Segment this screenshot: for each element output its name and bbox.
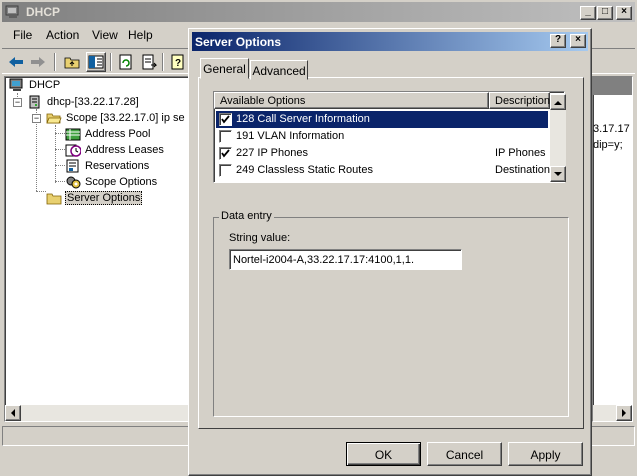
- scroll-right-icon[interactable]: [616, 405, 632, 421]
- menu-view[interactable]: View: [92, 28, 118, 42]
- main-title-bar[interactable]: DHCP _ □ ×: [2, 2, 635, 22]
- scroll-down-icon[interactable]: [550, 166, 566, 182]
- up-folder-icon[interactable]: [62, 52, 82, 72]
- refresh-icon[interactable]: [116, 52, 136, 72]
- forward-arrow-icon[interactable]: [28, 52, 48, 72]
- cancel-button[interactable]: Cancel: [427, 442, 502, 466]
- scroll-left-icon[interactable]: [5, 405, 21, 421]
- tree-item-server-options[interactable]: Server Options: [46, 190, 143, 206]
- scroll-up-icon[interactable]: [550, 94, 566, 110]
- data-entry-group: [213, 217, 569, 417]
- available-options-list[interactable]: Available Options Description 128 Call S…: [213, 91, 566, 183]
- option-checkbox-249[interactable]: [219, 164, 232, 177]
- server-icon: [27, 95, 43, 109]
- collapse-scope-icon[interactable]: −: [32, 114, 41, 123]
- data-entry-legend: Data entry: [219, 210, 274, 222]
- apply-button[interactable]: Apply: [508, 442, 583, 466]
- details-pane[interactable]: 3.17.17 dip=y;: [592, 76, 633, 422]
- column-header-available-options[interactable]: Available Options: [214, 92, 489, 109]
- reservations-icon: [65, 159, 81, 173]
- collapse-server-icon[interactable]: −: [13, 98, 22, 107]
- details-value-1: 3.17.17: [593, 123, 630, 135]
- option-checkbox-227[interactable]: [219, 147, 232, 160]
- dialog-help-button[interactable]: ?: [550, 34, 566, 48]
- menu-action[interactable]: Action: [46, 28, 79, 42]
- option-row-249[interactable]: 249 Classless Static Routes Destination,: [216, 162, 553, 179]
- tree-item-server[interactable]: dhcp-[33.22.17.28]: [27, 94, 140, 110]
- dialog-title-bar[interactable]: Server Options ? ×: [192, 32, 588, 51]
- scope-options-icon: [65, 175, 81, 189]
- dhcp-app-icon: [5, 5, 21, 19]
- string-value-label: String value:: [229, 232, 291, 244]
- details-horizontal-scrollbar[interactable]: [593, 405, 632, 421]
- dialog-close-button[interactable]: ×: [570, 34, 586, 48]
- address-leases-icon: [65, 143, 82, 157]
- tab-advanced[interactable]: Advanced: [250, 60, 308, 80]
- details-header: [593, 77, 632, 95]
- show-hide-tree-icon[interactable]: [86, 52, 106, 72]
- tree-item-dhcp-root[interactable]: DHCP: [9, 77, 61, 93]
- tree-item-reservations[interactable]: Reservations: [65, 158, 150, 174]
- option-checkbox-191[interactable]: [219, 130, 232, 143]
- option-row-191[interactable]: 191 VLAN Information: [216, 128, 548, 145]
- help-icon[interactable]: ?: [168, 52, 188, 72]
- folder-open-icon: [46, 111, 62, 125]
- server-options-dialog: Server Options ? × General Advanced Avai…: [188, 28, 592, 476]
- maximize-button[interactable]: □: [597, 6, 613, 20]
- option-row-227[interactable]: 227 IP Phones IP Phones: [216, 145, 548, 162]
- details-value-2: dip=y;: [593, 139, 623, 151]
- address-pool-icon: [65, 127, 81, 141]
- options-vertical-scrollbar[interactable]: [550, 94, 566, 182]
- menu-file[interactable]: File: [13, 28, 32, 42]
- folder-icon: [46, 191, 62, 205]
- minimize-button[interactable]: _: [580, 6, 596, 20]
- tab-general[interactable]: General: [200, 58, 249, 79]
- dialog-title: Server Options: [195, 35, 282, 49]
- dhcp-console-icon: [9, 78, 25, 92]
- menu-help[interactable]: Help: [128, 28, 153, 42]
- back-arrow-icon[interactable]: [6, 52, 26, 72]
- export-list-icon[interactable]: [139, 52, 159, 72]
- option-checkbox-128[interactable]: [219, 113, 232, 126]
- main-window-title: DHCP: [26, 5, 61, 19]
- tree-item-scope[interactable]: Scope [33.22.17.0] ip se: [46, 110, 186, 126]
- string-value-input[interactable]: [229, 249, 462, 270]
- tree-item-address-leases[interactable]: Address Leases: [65, 142, 165, 158]
- tree-item-address-pool[interactable]: Address Pool: [65, 126, 151, 142]
- ok-button[interactable]: OK: [346, 442, 421, 466]
- main-close-button[interactable]: ×: [616, 6, 632, 20]
- column-header-description[interactable]: Description: [489, 92, 550, 109]
- option-row-128[interactable]: 128 Call Server Information: [216, 111, 548, 128]
- tree-item-scope-options[interactable]: Scope Options: [65, 174, 158, 190]
- tree-horizontal-scrollbar[interactable]: [5, 405, 189, 421]
- console-tree-pane[interactable]: DHCP − dhcp-[33.22.17.28] − Scope [33.22…: [4, 76, 190, 422]
- svg-text:?: ?: [175, 58, 181, 69]
